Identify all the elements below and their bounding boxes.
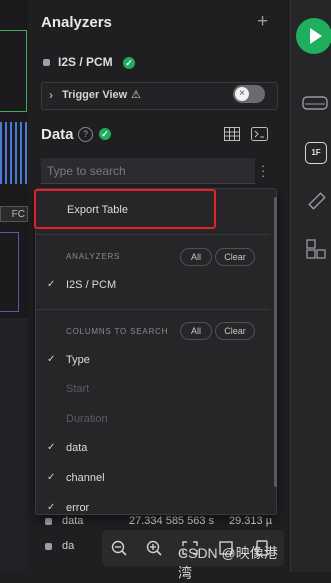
analyzers-heading: ANALYZERS bbox=[66, 252, 121, 261]
highlight-annotation bbox=[34, 189, 216, 229]
zoom-out-icon[interactable] bbox=[108, 538, 130, 558]
analyzer-ok-icon: ✓ bbox=[123, 57, 135, 69]
column-item-data[interactable]: data bbox=[66, 442, 87, 454]
more-options-icon[interactable]: · · · bbox=[261, 159, 265, 182]
row-dot bbox=[45, 543, 52, 550]
analyzer-color-dot bbox=[43, 59, 50, 66]
search-input[interactable] bbox=[41, 158, 255, 184]
measure-ruler-icon[interactable] bbox=[305, 190, 327, 212]
terminal-icon[interactable] bbox=[251, 127, 268, 141]
play-icon bbox=[310, 28, 322, 44]
extensions-icon[interactable] bbox=[305, 238, 327, 260]
help-icon[interactable]: ? bbox=[78, 127, 93, 142]
menu-scrollbar[interactable] bbox=[274, 197, 277, 487]
toggle-off-icon: × bbox=[235, 87, 249, 101]
analyzers-clear-button[interactable]: Clear bbox=[215, 248, 255, 266]
check-icon: ✓ bbox=[47, 354, 56, 365]
panel-title: Analyzers bbox=[41, 14, 112, 31]
table-grid-icon[interactable] bbox=[224, 127, 240, 141]
search-options-menu: Export Table ANALYZERS All Clear ✓ I2S /… bbox=[35, 188, 277, 515]
waveform-channel-pulses bbox=[0, 122, 28, 184]
menu-divider bbox=[36, 234, 270, 235]
trigger-view-label: Trigger View bbox=[62, 89, 128, 101]
waveform-channel-green bbox=[0, 30, 27, 112]
waveform-empty-area bbox=[0, 318, 28, 572]
row-type: data bbox=[62, 515, 84, 527]
add-analyzer-icon[interactable]: + bbox=[257, 11, 268, 33]
data-section-title: Data bbox=[41, 126, 74, 143]
check-icon: ✓ bbox=[47, 472, 56, 483]
check-icon: ✓ bbox=[47, 279, 56, 290]
analyzer-filter-item[interactable]: I2S / PCM bbox=[66, 279, 116, 291]
data-ok-icon: ✓ bbox=[99, 128, 111, 140]
chevron-right-icon: › bbox=[49, 88, 53, 102]
waveform-strip[interactable]: FC bbox=[0, 0, 28, 572]
device-icon[interactable] bbox=[302, 93, 328, 113]
warning-icon: ⚠ bbox=[131, 89, 141, 101]
column-item-channel[interactable]: channel bbox=[66, 472, 105, 484]
columns-clear-button[interactable]: Clear bbox=[215, 322, 255, 340]
column-item-type[interactable]: Type bbox=[66, 354, 90, 366]
start-capture-button[interactable] bbox=[296, 18, 331, 54]
row-type: da bbox=[62, 540, 75, 552]
row-duration: 29.313 µ bbox=[229, 515, 273, 527]
row-dot bbox=[45, 518, 52, 525]
columns-all-button[interactable]: All bbox=[180, 322, 212, 340]
right-toolbar: 1F bbox=[290, 0, 331, 572]
column-item-error[interactable]: error bbox=[66, 502, 89, 514]
menu-divider bbox=[36, 309, 270, 310]
column-item-start[interactable]: Start bbox=[66, 383, 89, 395]
analyzers-badge-icon[interactable]: 1F bbox=[305, 142, 327, 164]
analyzers-all-button[interactable]: All bbox=[180, 248, 212, 266]
waveform-tag: FC bbox=[0, 206, 28, 222]
zoom-in-icon[interactable] bbox=[143, 538, 165, 558]
check-icon: ✓ bbox=[47, 502, 56, 513]
column-item-duration[interactable]: Duration bbox=[66, 413, 108, 425]
columns-heading: COLUMNS TO SEARCH bbox=[66, 327, 169, 336]
analyzers-panel: Analyzers + I2S / PCM ✓ › Trigger View ⚠… bbox=[28, 0, 290, 581]
analyzer-name[interactable]: I2S / PCM bbox=[58, 55, 113, 69]
watermark-text: CSDN @映像港湾 bbox=[178, 545, 278, 581]
row-start: 27.334 585 563 s bbox=[129, 515, 215, 527]
trigger-view-toggle[interactable]: × bbox=[233, 85, 265, 103]
waveform-frame bbox=[0, 232, 19, 312]
check-icon: ✓ bbox=[47, 442, 56, 453]
